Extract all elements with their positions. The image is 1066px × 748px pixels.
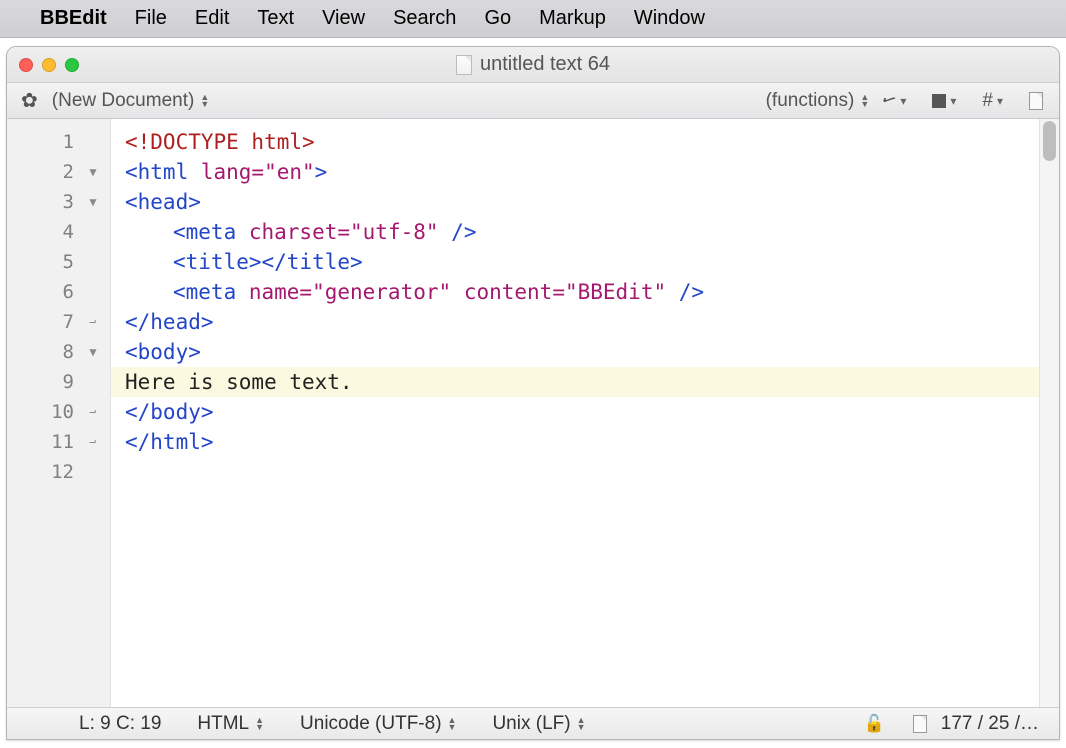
gutter-row[interactable]: 12 [7, 457, 110, 487]
gutter-row[interactable]: 8 [7, 337, 110, 367]
zoom-button[interactable] [65, 58, 79, 72]
menu-search[interactable]: Search [379, 7, 470, 30]
page-icon [913, 715, 927, 733]
code-line[interactable]: <title></title> [111, 247, 1039, 277]
chevron-down-icon: ▾ [950, 94, 956, 108]
window-title-text: untitled text 64 [480, 53, 610, 76]
code-editor[interactable]: <!DOCTYPE html> <html lang="en"> <head> … [111, 119, 1039, 707]
square-icon [932, 94, 946, 108]
gutter-row[interactable]: 9 [7, 367, 110, 397]
status-bar: L: 9 C: 19 HTML ▲▼ Unicode (UTF-8) ▲▼ Un… [7, 707, 1059, 739]
chevron-down-icon: ▾ [997, 94, 1003, 108]
fold-end-icon [84, 435, 102, 449]
editor-window: untitled text 64 ✿ (New Document) ▲▼ (fu… [6, 46, 1060, 740]
line-endings-label: Unix (LF) [492, 713, 570, 735]
code-line[interactable]: </body> [111, 397, 1039, 427]
code-line[interactable] [111, 457, 1039, 487]
code-line[interactable]: <body> [111, 337, 1039, 367]
fold-triangle-icon[interactable] [84, 345, 102, 359]
gutter-row[interactable]: 5 [7, 247, 110, 277]
menu-window[interactable]: Window [620, 7, 719, 30]
gutter-row[interactable]: 2 [7, 157, 110, 187]
menu-file[interactable]: File [121, 7, 181, 30]
menu-go[interactable]: Go [470, 7, 525, 30]
line-number-gutter[interactable]: 1 2 3 4 5 6 7 8 9 10 11 12 [7, 119, 111, 707]
window-titlebar[interactable]: untitled text 64 [7, 47, 1059, 83]
fold-triangle-icon[interactable] [84, 165, 102, 179]
language-label: HTML [197, 713, 249, 735]
menu-view[interactable]: View [308, 7, 379, 30]
document-stats-icon[interactable] [907, 715, 933, 733]
line-endings-popup[interactable]: Unix (LF) ▲▼ [478, 713, 599, 735]
minimize-button[interactable] [42, 58, 56, 72]
code-line[interactable]: </head> [111, 307, 1039, 337]
code-line[interactable]: <!DOCTYPE html> [111, 127, 1039, 157]
fold-end-icon [84, 405, 102, 419]
gutter-row[interactable]: 7 [7, 307, 110, 337]
traffic-lights [7, 58, 79, 72]
close-button[interactable] [19, 58, 33, 72]
unlock-icon: 🔓 [864, 714, 885, 734]
includes-popup[interactable]: # ▾ [976, 90, 1009, 112]
cursor-position[interactable]: L: 9 C: 19 [65, 713, 175, 735]
counterpart-popup[interactable]: ▾ [926, 94, 962, 108]
window-title: untitled text 64 [7, 53, 1059, 76]
encoding-popup[interactable]: Unicode (UTF-8) ▲▼ [286, 713, 470, 735]
macos-menubar: BBEdit File Edit Text View Search Go Mar… [0, 0, 1066, 38]
stepper-icon: ▲▼ [577, 717, 586, 731]
navigation-bar: ✿ (New Document) ▲▼ (functions) ▲▼ ✓ ▾ ▾… [7, 83, 1059, 119]
gear-icon[interactable]: ✿ [13, 88, 46, 113]
gutter-row[interactable]: 11 [7, 427, 110, 457]
pin-icon: ✓ [877, 88, 901, 114]
stepper-icon: ▲▼ [200, 94, 209, 108]
stepper-icon: ▲▼ [448, 717, 457, 731]
stepper-icon: ▲▼ [860, 94, 869, 108]
document-popup-label: (New Document) [52, 90, 195, 112]
app-menu[interactable]: BBEdit [26, 7, 121, 30]
vertical-scrollbar[interactable] [1039, 119, 1059, 707]
document-proxy-icon[interactable] [456, 55, 472, 75]
code-line[interactable]: <meta charset="utf-8" /> [111, 217, 1039, 247]
gutter-row[interactable]: 4 [7, 217, 110, 247]
document-icon-button[interactable] [1023, 92, 1049, 110]
lock-button[interactable]: 🔓 [850, 714, 899, 734]
marker-popup[interactable]: ✓ ▾ [875, 90, 912, 111]
gutter-row[interactable]: 3 [7, 187, 110, 217]
functions-popup[interactable]: (functions) ▲▼ [760, 90, 876, 112]
code-line[interactable]: <head> [111, 187, 1039, 217]
fold-end-icon [84, 315, 102, 329]
stepper-icon: ▲▼ [255, 717, 264, 731]
chevron-down-icon: ▾ [900, 94, 906, 108]
menu-edit[interactable]: Edit [181, 7, 243, 30]
functions-popup-label: (functions) [766, 90, 855, 112]
document-stats[interactable]: 177 / 25 /… [941, 713, 1053, 735]
menu-markup[interactable]: Markup [525, 7, 620, 30]
code-line[interactable]: <html lang="en"> [111, 157, 1039, 187]
code-line[interactable]: <meta name="generator" content="BBEdit" … [111, 277, 1039, 307]
scrollbar-thumb[interactable] [1043, 121, 1056, 161]
gutter-row[interactable]: 1 [7, 127, 110, 157]
editor-area: 1 2 3 4 5 6 7 8 9 10 11 12 <!DOCTYPE htm… [7, 119, 1059, 707]
code-line[interactable]: </html> [111, 427, 1039, 457]
language-popup[interactable]: HTML ▲▼ [183, 713, 278, 735]
gutter-row[interactable]: 10 [7, 397, 110, 427]
code-line-current[interactable]: Here is some text. [111, 367, 1039, 397]
fold-triangle-icon[interactable] [84, 195, 102, 209]
gutter-row[interactable]: 6 [7, 277, 110, 307]
document-popup[interactable]: (New Document) ▲▼ [46, 90, 215, 112]
page-icon [1029, 92, 1043, 110]
encoding-label: Unicode (UTF-8) [300, 713, 441, 735]
hash-icon: # [982, 90, 993, 112]
menu-text[interactable]: Text [243, 7, 308, 30]
